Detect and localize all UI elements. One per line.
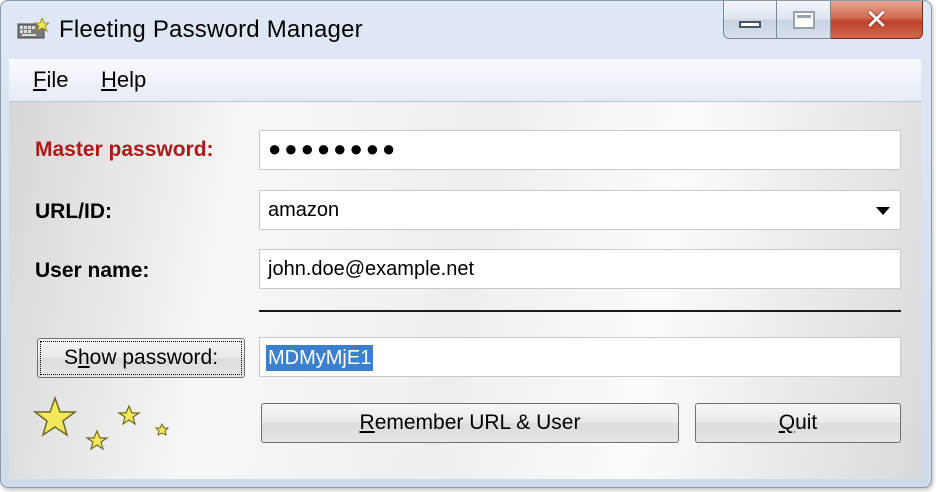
master-password-value: ●●●●●●●● [268, 136, 399, 161]
close-icon: ✕ [864, 2, 889, 36]
window-controls: ✕ [723, 1, 923, 41]
divider [259, 310, 901, 312]
generated-password-value[interactable]: MDMyMjE1 [266, 345, 374, 371]
dropdown-arrow-icon[interactable] [876, 207, 890, 215]
window-title: Fleeting Password Manager [59, 16, 363, 43]
user-name-value: john.doe@example.net [268, 258, 474, 280]
show-label-rest: ow password: [89, 346, 219, 369]
minimize-button[interactable] [723, 1, 777, 39]
quit-button-label: Quit [779, 411, 818, 435]
menu-file[interactable]: File [33, 67, 68, 93]
remember-rest: emember URL & User [374, 411, 581, 434]
show-password-label: Show password: [64, 346, 218, 370]
master-password-field[interactable]: ●●●●●●●● [259, 130, 901, 170]
quit-rest: uit [795, 411, 818, 434]
maximize-icon [792, 10, 815, 29]
app-window: Fleeting Password Manager ✕ File Help Ma… [0, 0, 932, 488]
minimize-icon [739, 21, 761, 28]
show-password-button[interactable]: Show password: [37, 338, 245, 378]
menu-bar: File Help [9, 59, 921, 102]
close-button[interactable]: ✕ [831, 1, 923, 39]
menu-help-label: elp [116, 67, 147, 92]
menu-file-accel: F [33, 67, 47, 92]
keyboard-stars-icon [17, 18, 49, 39]
user-name-field[interactable]: john.doe@example.net [259, 249, 901, 289]
remember-accel: R [359, 411, 375, 434]
stars-logo-icon [32, 395, 170, 451]
quit-accel: Q [778, 411, 796, 434]
url-id-label: URL/ID: [35, 200, 112, 223]
menu-help[interactable]: Help [101, 67, 146, 93]
menu-file-label: ile [46, 67, 69, 92]
url-id-combobox[interactable]: amazon [259, 190, 901, 230]
menu-help-accel: H [101, 67, 117, 92]
show-label-part: S [63, 346, 78, 369]
url-id-value: amazon [268, 199, 340, 221]
master-password-label: Master password: [35, 138, 214, 161]
generated-password-field[interactable]: MDMyMjE1 [259, 337, 901, 377]
show-label-accel: h [77, 346, 90, 369]
remember-button-label: Remember URL & User [360, 411, 581, 435]
user-name-label: User name: [35, 259, 150, 282]
remember-url-user-button[interactable]: Remember URL & User [261, 403, 679, 443]
maximize-button[interactable] [777, 1, 831, 39]
title-bar[interactable]: Fleeting Password Manager ✕ [1, 1, 931, 59]
form-panel: Master password: ●●●●●●●● URL/ID: amazon… [9, 102, 921, 479]
quit-button[interactable]: Quit [695, 403, 901, 443]
